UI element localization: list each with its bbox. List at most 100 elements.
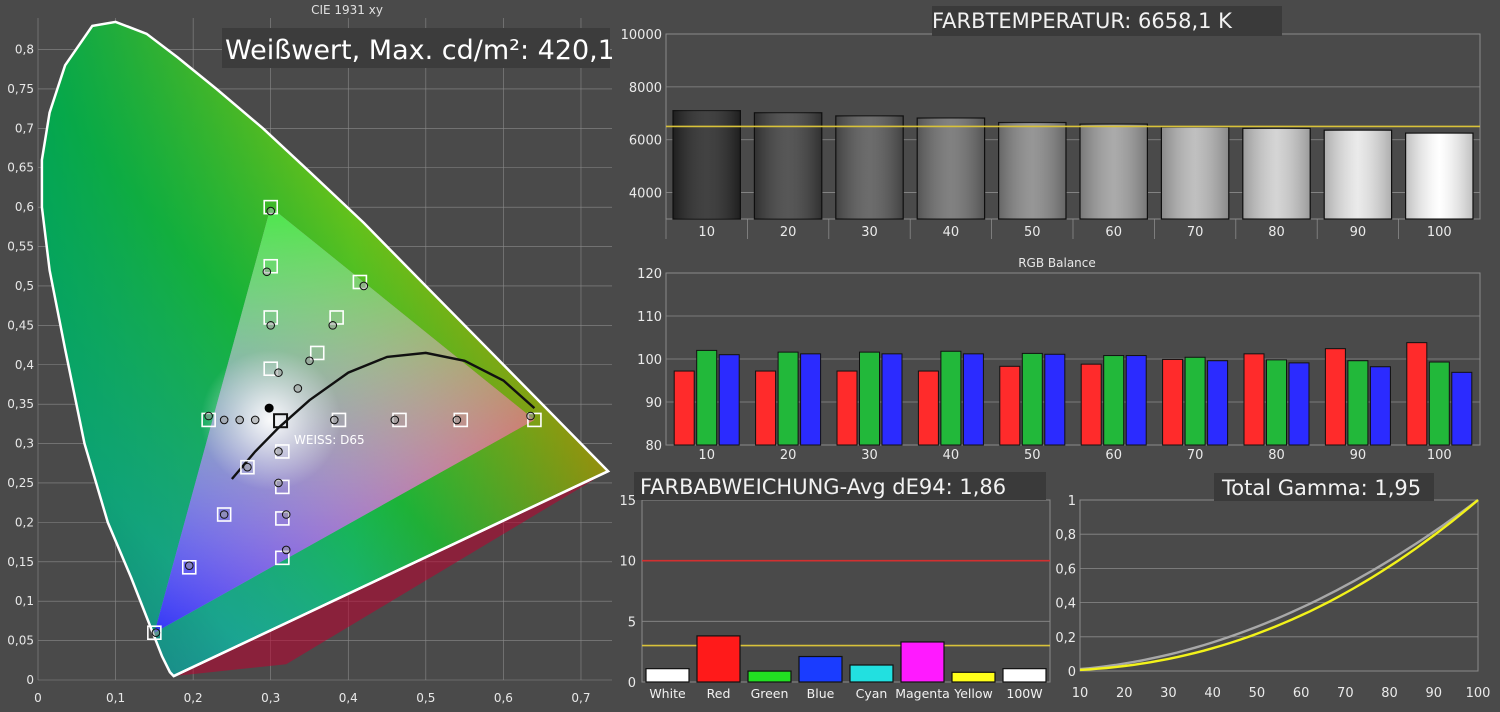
cie-x-tick-label: 0,1 <box>106 691 125 705</box>
rgb-bar-r <box>755 370 777 446</box>
gamma-x-tick-label: 20 <box>1116 686 1133 701</box>
deltae-bar <box>798 655 843 683</box>
cie-measured-white <box>264 403 274 413</box>
gamma-x-tick-label: 70 <box>1337 686 1354 701</box>
gamma-x-tick-label: 90 <box>1426 686 1443 701</box>
colortemp-x-tick-label: 40 <box>943 225 960 240</box>
cie-y-tick-label: 0,8 <box>15 43 34 57</box>
rgb-x-tick-label: 60 <box>1105 448 1122 463</box>
cie-x-tick-label: 0,2 <box>184 691 203 705</box>
cie-chart-panel: 0 0,05 0,1 0,15 0,2 0,25 0,3 0,35 0,4 0,45 0,5 0,55… <box>0 0 615 708</box>
rgb-x-tick-label: 100 <box>1427 448 1452 463</box>
rgb-balance-panel: 80 90 100 110 120 10 20 30 40 50 60 70 80 90 100 RGB B… <box>612 245 1500 470</box>
rgb-bar-b <box>1451 371 1473 446</box>
deltae-bar <box>849 664 894 683</box>
gamma-x-tick-label: 100 <box>1466 686 1491 701</box>
deltae-chart: 0 5 10 15 White Red Green Blue Cyan Magenta Yellow… <box>612 470 1052 708</box>
rgb-x-tick-label: 80 <box>1268 448 1285 463</box>
cie-measured-point <box>151 628 161 638</box>
rgb-x-tick-label: 90 <box>1350 448 1367 463</box>
deltae-y-tick-label: 15 <box>619 494 636 509</box>
gamma-y-tick-label: 0,8 <box>1055 528 1076 543</box>
cie-y-tick-label: 0,75 <box>7 82 34 96</box>
deltae-bar <box>645 668 690 683</box>
cie-y-tick-label: 0,1 <box>15 594 34 608</box>
cie-measured-point <box>184 561 194 571</box>
rgb-x-tick-label: 30 <box>861 448 878 463</box>
rgb-balance-chart: 80 90 100 110 120 10 20 30 40 50 60 70 80 90 100 RGB B… <box>612 245 1500 470</box>
rgb-bar-r <box>1162 358 1184 446</box>
rgb-bar-b <box>1207 360 1229 446</box>
deltae-bar <box>1002 668 1047 683</box>
rgb-bar-g <box>777 351 799 446</box>
colortemp-bar-shading <box>917 118 985 219</box>
colortemp-chart: 4000 6000 8000 10000 10 20 30 40 50 60 70 80 90 100 F… <box>612 0 1500 245</box>
deltae-panel: 0 5 10 15 White Red Green Blue Cyan Magenta Yellow… <box>612 470 1052 708</box>
cie-x-tick-label: 0,4 <box>339 691 358 705</box>
cie-measured-point <box>390 415 400 425</box>
rgb-bar-g <box>940 350 962 446</box>
rgb-x-tick-label: 50 <box>1024 448 1041 463</box>
deltae-y-tick-label: 10 <box>619 555 636 570</box>
rgb-bar-g <box>1103 355 1125 446</box>
deltae-x-tick-label: Green <box>751 686 789 701</box>
colortemp-bar-shading <box>1242 128 1311 219</box>
rgb-bar-b <box>1369 366 1391 446</box>
colortemp-x-tick-label: 90 <box>1350 225 1367 240</box>
cie-measured-point <box>281 545 291 555</box>
cie-y-tick-label: 0,5 <box>15 279 34 293</box>
cie-y-tick-label: 0,6 <box>15 200 34 214</box>
rgb-y-tick-label: 100 <box>637 353 662 368</box>
deltae-x-tick-label: Cyan <box>856 686 888 701</box>
gamma-chart: 0 0,2 0,4 0,6 0,8 1 10 20 30 40 50 60 70 80 90 100 Tota… <box>1052 470 1500 708</box>
rgb-bar-b <box>800 353 822 446</box>
cie-measured-point <box>262 267 272 277</box>
deltae-bar <box>900 641 945 683</box>
cie-x-tick-label: 0 <box>34 691 42 705</box>
colortemp-bar-shading <box>1080 124 1148 219</box>
deltae-x-tick-label: White <box>649 686 686 701</box>
rgb-bar-g <box>1347 360 1369 446</box>
rgb-x-tick-label: 10 <box>698 448 715 463</box>
colortemp-x-tick-label: 20 <box>780 225 797 240</box>
cie-measured-point <box>219 510 229 519</box>
cie-y-tick-label: 0,4 <box>15 358 34 372</box>
rgb-bar-r <box>1406 342 1428 446</box>
rgb-bar-r <box>999 365 1021 446</box>
colortemp-x-tick-label: 30 <box>861 225 878 240</box>
gamma-x-tick-label: 50 <box>1249 686 1266 701</box>
colortemp-x-tick-label: 80 <box>1268 225 1285 240</box>
colortemp-x-tick-label: 100 <box>1427 225 1452 240</box>
cie-measured-point <box>281 510 291 519</box>
gamma-x-tick-label: 30 <box>1160 686 1177 701</box>
cie-x-tick-label: 0,3 <box>261 691 280 705</box>
cie-measured-point <box>243 462 252 472</box>
cie-measured-point <box>274 447 283 456</box>
deltae-x-tick-label: Yellow <box>953 686 992 701</box>
gamma-headline: Total Gamma: 1,95 <box>1221 476 1421 500</box>
rgb-bar-r <box>673 370 695 446</box>
cie-y-tick-label: 0,05 <box>7 634 34 648</box>
colortemp-panel: 4000 6000 8000 10000 10 20 30 40 50 60 70 80 90 100 F… <box>612 0 1500 245</box>
cie-measured-point <box>274 368 283 377</box>
colortemp-bar-shading <box>835 115 904 219</box>
cie-measured-point <box>266 206 276 216</box>
cie-y-tick-label: 0,15 <box>7 555 34 569</box>
rgb-bar-r <box>836 370 858 446</box>
deltae-x-tick-label: Red <box>707 686 731 701</box>
rgb-bar-g <box>1021 352 1043 446</box>
rgb-bar-b <box>718 354 740 446</box>
deltae-x-tick-label: 100W <box>1006 686 1042 701</box>
cie-y-tick-label: 0,55 <box>7 240 34 254</box>
cie-measured-point <box>526 411 535 421</box>
deltae-bar <box>696 635 741 683</box>
colortemp-x-tick-label: 70 <box>1187 225 1204 240</box>
rgb-bar-b <box>1125 355 1147 446</box>
colortemp-bar-shading <box>1405 133 1473 219</box>
gamma-y-tick-label: 0,6 <box>1055 562 1076 577</box>
cie-y-tick-label: 0 <box>26 673 34 687</box>
cie-white-label: WEISS: D65 <box>294 433 365 447</box>
deltae-headline: FARBABWEICHUNG-Avg dE94: 1,86 <box>640 475 1006 499</box>
deltae-bar <box>747 670 792 683</box>
colortemp-bar-shading <box>1161 127 1229 219</box>
